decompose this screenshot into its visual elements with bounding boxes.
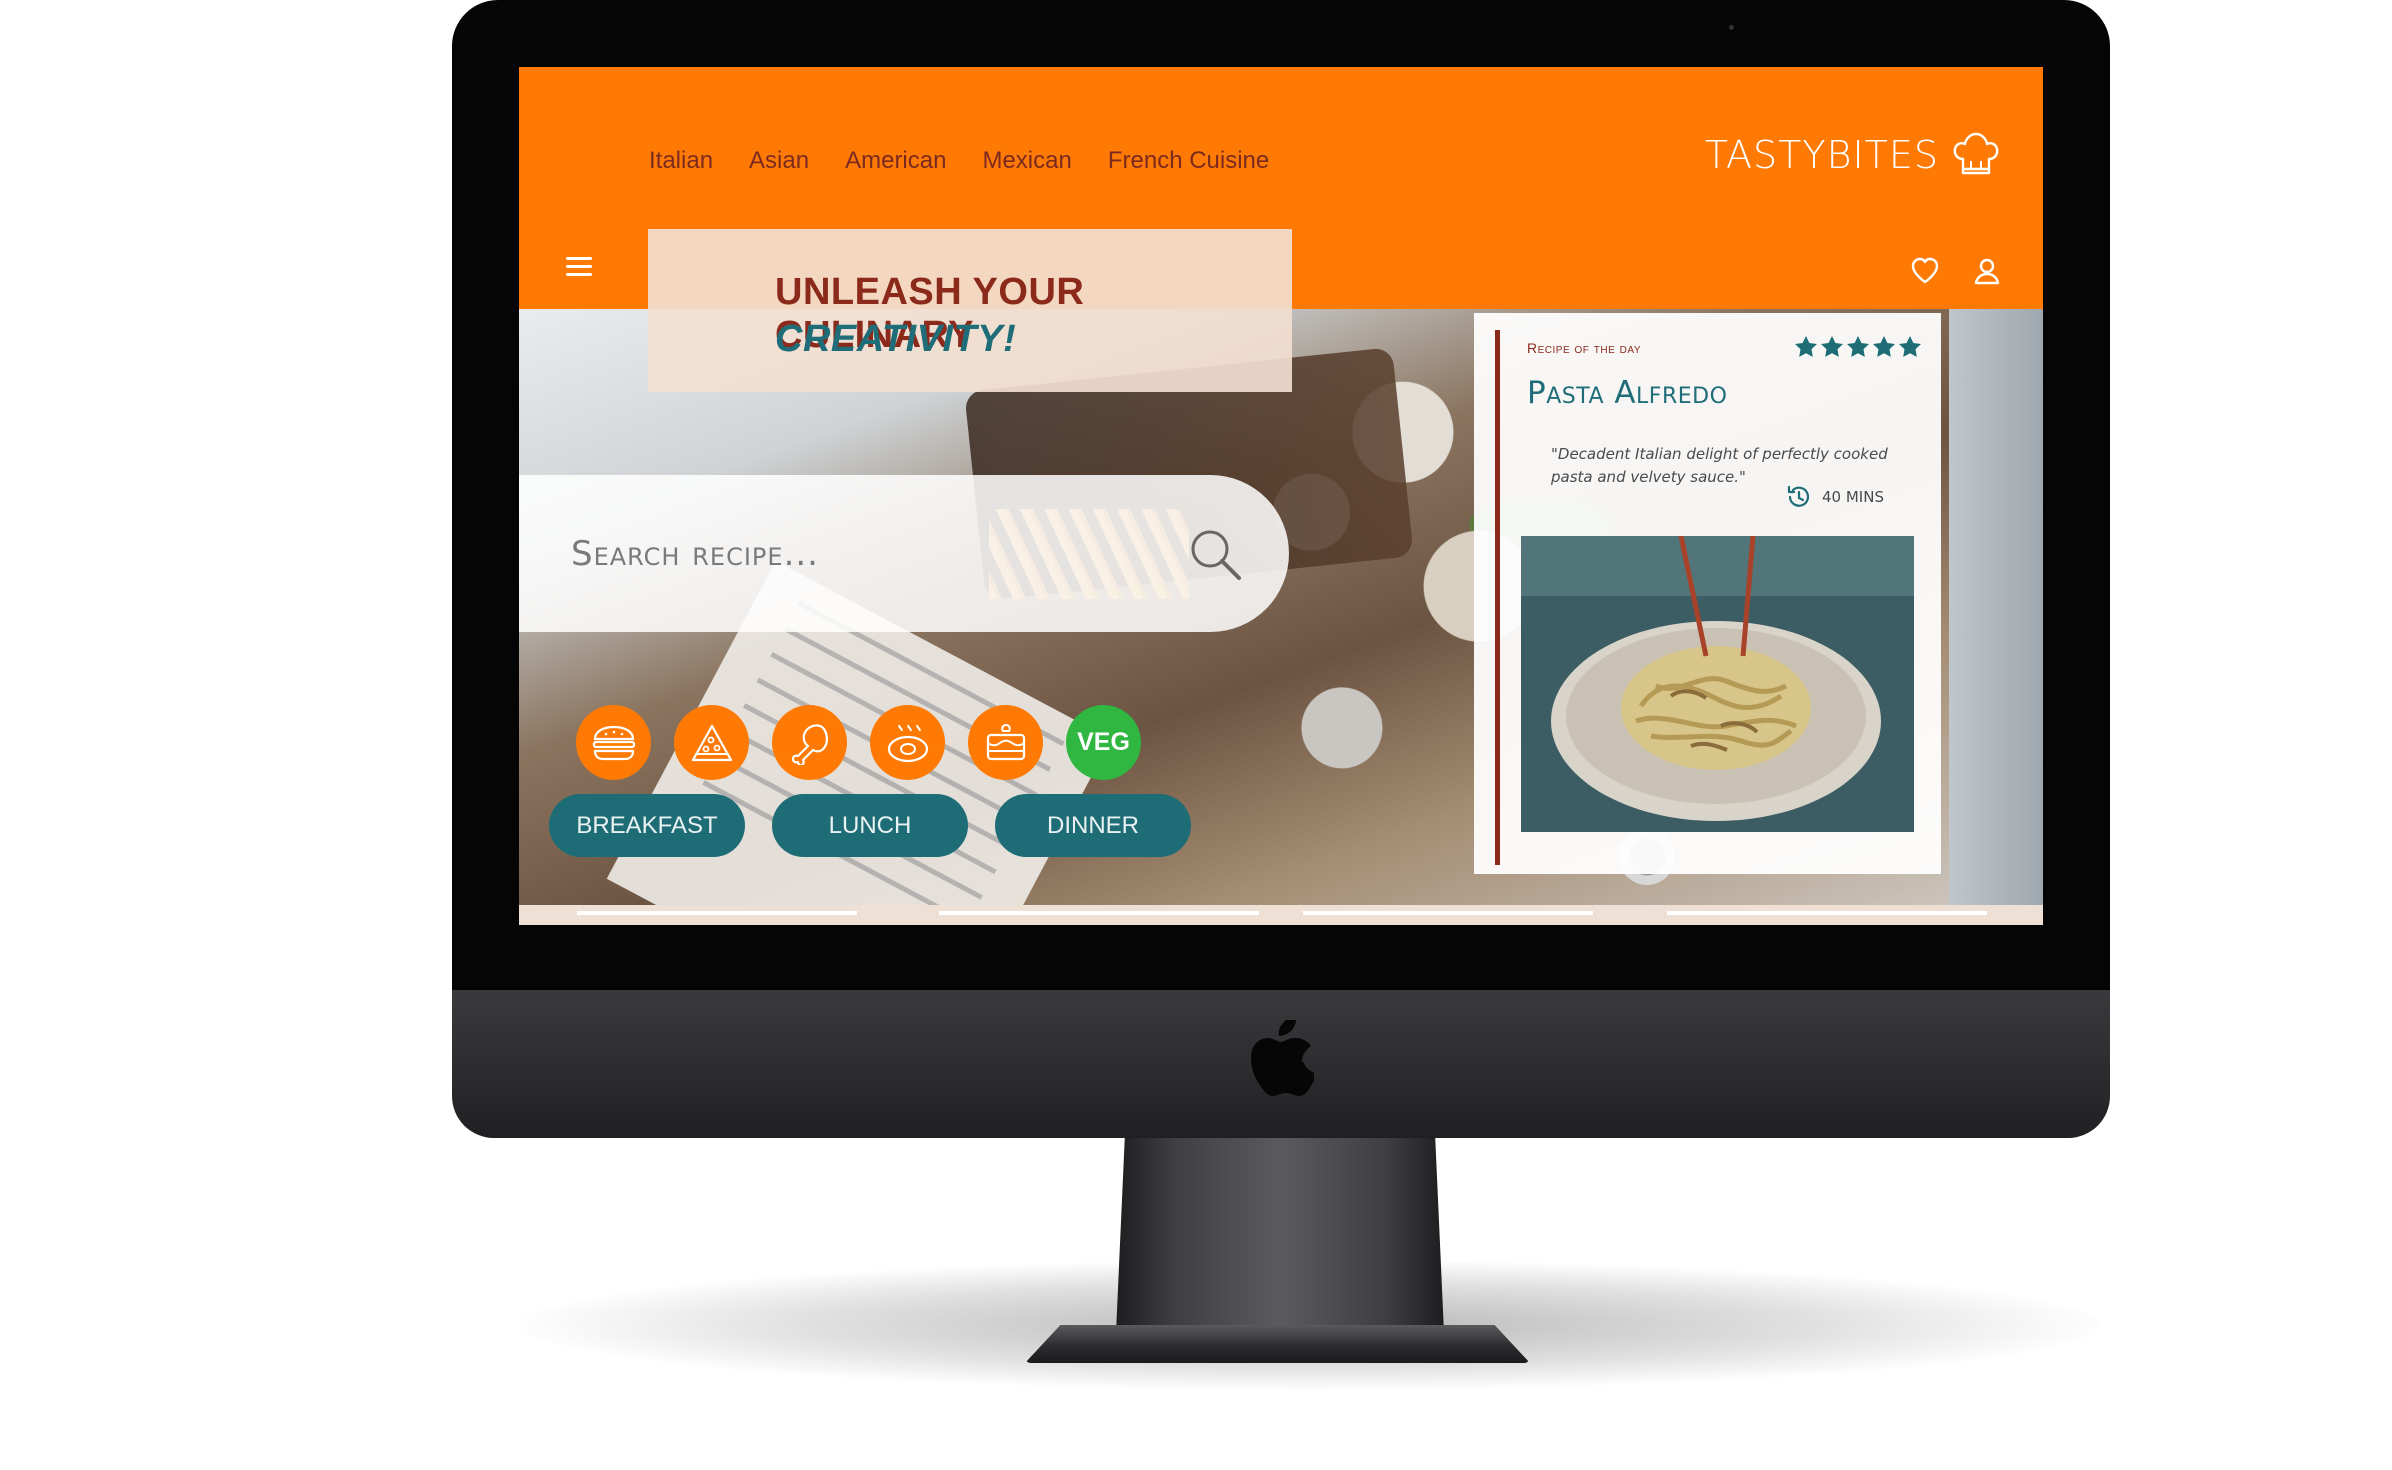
recipe-time-label: 40 MINS [1822,488,1884,506]
category-burger[interactable] [576,705,651,780]
nav-link-french-cuisine[interactable]: French Cuisine [1108,147,1269,175]
category-pizza[interactable] [674,705,749,780]
dinner-button[interactable]: DINNER [995,794,1191,857]
nav-link-american[interactable]: American [845,147,946,175]
cake-icon [986,723,1025,760]
nav-link-mexican[interactable]: Mexican [982,147,1071,175]
meal-buttons: BREAKFAST LUNCH DINNER [549,794,1191,857]
search-icon[interactable] [1186,525,1244,583]
recipe-time: 40 MINS [1786,484,1884,510]
imac-stand [1115,1135,1445,1355]
hero-headline-card: UNLEASH YOUR CULINARY CREATIVITY! [648,229,1292,392]
recipe-title: Pasta Alfredo [1527,375,1728,411]
cuisine-nav: Italian Asian American Mexican French Cu… [649,147,1269,175]
heart-icon[interactable] [1909,255,1941,287]
category-steak[interactable] [870,705,945,780]
brand-name: TASTYBITES [1704,133,1939,177]
brand-logo[interactable]: TASTYBITES [1705,129,1999,181]
star-icon [1873,336,1895,357]
recipe-description: "Decadent Italian delight of perfectly c… [1551,445,1888,486]
screen: Italian Asian American Mexican French Cu… [519,67,2043,925]
category-chicken[interactable] [772,705,847,780]
star-icon [1795,336,1817,357]
user-icon[interactable] [1971,255,2003,287]
chicken-leg-icon [791,723,828,765]
headline-line-2: CREATIVITY! [775,318,1017,360]
apple-logo-icon [1251,1020,1314,1096]
recipe-photo [1521,536,1914,832]
burger-icon [592,725,635,760]
menu-icon[interactable] [566,257,592,277]
camera [1729,25,1734,30]
nav-link-asian[interactable]: Asian [749,147,809,175]
nav-link-italian[interactable]: Italian [649,147,713,175]
steak-icon [887,724,928,762]
star-icon [1899,336,1921,357]
veg-label: VEG [1077,728,1130,756]
star-rating [1794,335,1922,359]
recipe-accent-bar [1495,330,1500,865]
breakfast-button[interactable]: BREAKFAST [549,794,745,857]
category-icons: VEG [576,705,1141,780]
imac-stand-foot [1025,1325,1530,1363]
star-icon [1821,336,1843,357]
hero-window-strip [1949,309,2043,925]
pizza-icon [691,724,732,761]
category-cake[interactable] [968,705,1043,780]
clock-icon [1787,485,1810,507]
search-bar [519,475,1289,632]
bottom-content-strip [519,905,2043,925]
category-veg[interactable]: VEG [1066,705,1141,780]
chef-hat-icon [1953,132,1999,175]
recipe-of-the-day-card[interactable]: Recipe of the day Pasta Alfredo "Decaden… [1474,313,1941,874]
star-icon [1847,336,1869,357]
lunch-button[interactable]: LUNCH [772,794,968,857]
search-input[interactable] [569,523,1133,585]
recipe-eyebrow: Recipe of the day [1527,340,1641,356]
